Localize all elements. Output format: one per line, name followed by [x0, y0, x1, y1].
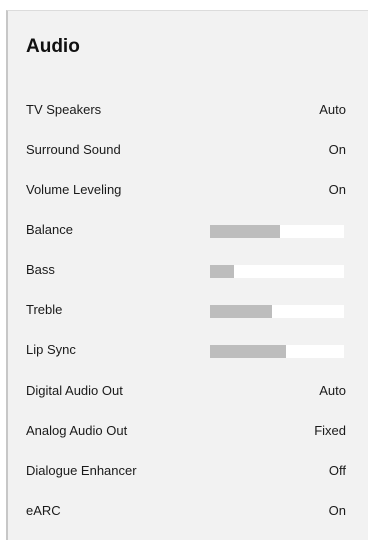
setting-digital-audio-out[interactable]: Digital Audio Out Auto [26, 381, 354, 401]
slider-fill [210, 345, 287, 358]
setting-label: Analog Audio Out [26, 423, 128, 438]
treble-slider[interactable] [210, 305, 344, 318]
lip-sync-slider[interactable] [210, 345, 344, 358]
setting-label: Surround Sound [26, 142, 121, 157]
setting-value: Fixed [314, 423, 346, 438]
setting-value: Auto [319, 383, 346, 398]
setting-tv-speakers[interactable]: TV Speakers Auto [26, 100, 354, 120]
setting-label: Lip Sync [26, 342, 76, 357]
setting-volume-leveling[interactable]: Volume Leveling On [26, 180, 354, 200]
balance-slider[interactable] [210, 225, 344, 238]
setting-balance[interactable]: Balance [26, 220, 354, 240]
setting-value: On [328, 182, 346, 197]
setting-treble[interactable]: Treble [26, 300, 354, 320]
setting-value: Auto [319, 102, 346, 117]
setting-lip-sync[interactable]: Lip Sync [26, 340, 354, 360]
setting-label: Balance [26, 222, 73, 237]
slider-fill [210, 225, 280, 238]
setting-label: eARC [26, 503, 61, 518]
setting-value: On [328, 142, 346, 157]
setting-bass[interactable]: Bass [26, 260, 354, 280]
bass-slider[interactable] [210, 265, 344, 278]
setting-label: Bass [26, 262, 55, 277]
slider-fill [210, 305, 272, 318]
setting-value: Off [328, 463, 346, 478]
setting-value: On [328, 503, 346, 518]
setting-label: Treble [26, 302, 63, 317]
setting-label: Dialogue Enhancer [26, 463, 137, 478]
panel-title: Audio [26, 36, 80, 57]
setting-label: Digital Audio Out [26, 383, 123, 398]
slider-fill [210, 265, 235, 278]
setting-label: Volume Leveling [26, 182, 122, 197]
setting-earc[interactable]: eARC On [26, 501, 354, 521]
setting-dialogue-enhancer[interactable]: Dialogue Enhancer Off [26, 461, 354, 481]
setting-label: TV Speakers [26, 102, 102, 117]
setting-analog-audio-out[interactable]: Analog Audio Out Fixed [26, 421, 354, 441]
setting-surround-sound[interactable]: Surround Sound On [26, 140, 354, 160]
